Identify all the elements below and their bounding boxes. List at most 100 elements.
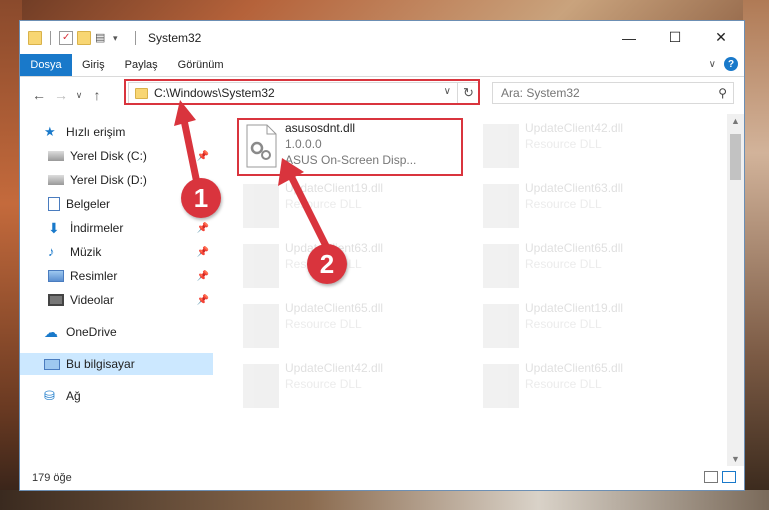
file-name: UpdateClient65.dll bbox=[285, 301, 384, 315]
sidebar-item-label: Videolar bbox=[70, 293, 114, 307]
search-input[interactable] bbox=[499, 85, 703, 101]
dll-file-icon bbox=[243, 364, 279, 408]
content-area: ★ Hızlı erişim Yerel Disk (C:) 📌 Yerel D… bbox=[20, 114, 744, 466]
file-item[interactable]: UpdateClient19.dll Resource DLL bbox=[239, 180, 459, 236]
forward-button[interactable]: → bbox=[50, 87, 72, 103]
address-row: ← → ∨ ↑ C:\Windows\System32 ∨ ↻ ⚲ bbox=[20, 77, 744, 113]
scroll-down-icon[interactable]: ▼ bbox=[731, 454, 740, 464]
view-icon[interactable]: ▤ bbox=[95, 31, 109, 45]
drive-icon bbox=[48, 151, 64, 161]
recent-locations-button[interactable]: ∨ bbox=[72, 90, 86, 101]
file-item[interactable]: UpdateClient63.dllResource DLL bbox=[479, 180, 699, 236]
search-icon: ⚲ bbox=[718, 86, 727, 100]
pin-icon[interactable]: 📌 bbox=[197, 271, 209, 282]
window-title: System32 bbox=[148, 30, 202, 45]
maximize-button[interactable]: ☐ bbox=[652, 21, 698, 54]
tab-view[interactable]: Görünüm bbox=[168, 59, 234, 71]
item-count: 179 öğe bbox=[32, 472, 72, 484]
background-bottom bbox=[0, 490, 769, 510]
tab-file[interactable]: Dosya bbox=[20, 54, 72, 76]
pin-icon[interactable]: 📌 bbox=[197, 247, 209, 258]
chevron-down-icon[interactable]: ▾ bbox=[113, 31, 127, 45]
tab-share[interactable]: Paylaş bbox=[115, 59, 168, 71]
new-folder-icon[interactable] bbox=[77, 30, 91, 45]
file-item[interactable]: UpdateClient42.dll Resource DLL bbox=[239, 360, 459, 416]
file-item[interactable]: UpdateClient63.dllResource DLL bbox=[239, 240, 459, 296]
file-description: Resource DLL bbox=[285, 377, 362, 391]
pin-icon[interactable]: 📌 bbox=[197, 223, 209, 234]
file-name: UpdateClient42.dll bbox=[285, 361, 384, 375]
sidebar-item-label: Yerel Disk (C:) bbox=[70, 149, 147, 163]
computer-icon bbox=[44, 358, 60, 370]
sidebar-item-network[interactable]: ⛁ Ağ bbox=[20, 385, 213, 407]
title-bar: ✓ ▤ ▾ System32 — ☐ ✕ bbox=[20, 21, 744, 54]
music-icon: ♪ bbox=[48, 244, 55, 259]
file-name: UpdateClient65.dll bbox=[525, 241, 624, 255]
file-item[interactable]: UpdateClient42.dll Resource DLL bbox=[479, 120, 699, 176]
background-right bbox=[743, 0, 769, 510]
arrow-annotation-2 bbox=[278, 158, 330, 248]
close-button[interactable]: ✕ bbox=[698, 21, 744, 54]
sidebar-item-label: Bu bilgisayar bbox=[66, 357, 135, 371]
file-highlight bbox=[237, 118, 463, 176]
sidebar-item-label: İndirmeler bbox=[70, 221, 124, 235]
view-toggles bbox=[704, 471, 736, 483]
up-button[interactable]: ↑ bbox=[86, 87, 108, 103]
dll-file-icon bbox=[243, 184, 279, 228]
documents-icon bbox=[48, 197, 60, 211]
sidebar-item-label: Ağ bbox=[66, 389, 81, 403]
file-item[interactable]: UpdateClient65.dll Resource DLL bbox=[479, 360, 699, 416]
file-name: UpdateClient19.dll bbox=[525, 301, 624, 315]
tab-home[interactable]: Giriş bbox=[72, 59, 115, 71]
file-description: Resource DLL bbox=[285, 317, 362, 331]
dll-file-icon bbox=[483, 364, 519, 408]
sidebar-item-music[interactable]: ♪ Müzik 📌 bbox=[20, 241, 213, 263]
large-icons-view-icon[interactable] bbox=[722, 471, 736, 483]
sidebar-item-label: Resimler bbox=[70, 269, 118, 283]
minimize-button[interactable]: — bbox=[606, 21, 652, 54]
star-icon: ★ bbox=[44, 124, 56, 139]
vertical-scrollbar[interactable]: ▲ ▼ bbox=[727, 114, 744, 466]
file-item[interactable]: UpdateClient65.dll Resource DLL bbox=[479, 240, 699, 296]
explorer-window: ✓ ▤ ▾ System32 — ☐ ✕ Dosya Giriş Paylaş … bbox=[19, 20, 745, 491]
dll-file-icon bbox=[483, 304, 519, 348]
scroll-thumb[interactable] bbox=[730, 134, 741, 180]
dll-file-icon bbox=[483, 124, 519, 168]
sidebar-item-this-pc[interactable]: Bu bilgisayar bbox=[20, 353, 213, 375]
ribbon-tabs: Dosya Giriş Paylaş Görünüm ∨ ? bbox=[20, 54, 744, 77]
file-name: UpdateClient63.dll bbox=[525, 181, 624, 195]
dll-file-icon bbox=[483, 244, 519, 288]
file-item[interactable]: UpdateClient65.dll Resource DLL bbox=[239, 300, 459, 356]
download-icon: ⬇ bbox=[48, 220, 60, 236]
dll-file-icon bbox=[243, 304, 279, 348]
arrow-annotation-1 bbox=[174, 100, 202, 189]
sidebar-item-label: Belgeler bbox=[66, 197, 111, 211]
help-icon[interactable]: ? bbox=[724, 57, 738, 71]
properties-icon[interactable]: ✓ bbox=[59, 30, 73, 45]
file-name: UpdateClient42.dll bbox=[525, 121, 624, 135]
expand-ribbon-icon[interactable]: ∨ bbox=[709, 59, 716, 70]
onedrive-icon: ☁ bbox=[44, 324, 58, 340]
sidebar-item-label: Yerel Disk (D:) bbox=[70, 173, 147, 187]
divider bbox=[50, 30, 51, 45]
callout-2: 2 bbox=[307, 244, 347, 284]
details-view-icon[interactable] bbox=[704, 471, 718, 483]
pictures-icon bbox=[48, 270, 64, 282]
drive-icon bbox=[48, 175, 64, 185]
back-button[interactable]: ← bbox=[28, 87, 50, 103]
sidebar-item-onedrive[interactable]: ☁ OneDrive bbox=[20, 321, 213, 343]
pin-icon[interactable]: 📌 bbox=[197, 295, 209, 306]
file-item[interactable]: UpdateClient19.dll Resource DLL bbox=[479, 300, 699, 356]
sidebar-item-pictures[interactable]: Resimler 📌 bbox=[20, 265, 213, 287]
dll-file-icon bbox=[483, 184, 519, 228]
quick-access-toolbar: ✓ ▤ ▾ bbox=[28, 30, 140, 45]
file-description: Resource DLL bbox=[525, 377, 602, 391]
file-description: Resource DLL bbox=[525, 257, 602, 271]
folder-icon bbox=[28, 30, 42, 45]
search-box[interactable]: ⚲ bbox=[492, 82, 734, 104]
sidebar-item-label: OneDrive bbox=[66, 325, 117, 339]
scroll-up-icon[interactable]: ▲ bbox=[731, 116, 740, 126]
sidebar-item-videos[interactable]: Videolar 📌 bbox=[20, 289, 213, 311]
file-name: UpdateClient65.dll bbox=[525, 361, 624, 375]
sidebar-item-downloads[interactable]: ⬇ İndirmeler 📌 bbox=[20, 217, 213, 239]
